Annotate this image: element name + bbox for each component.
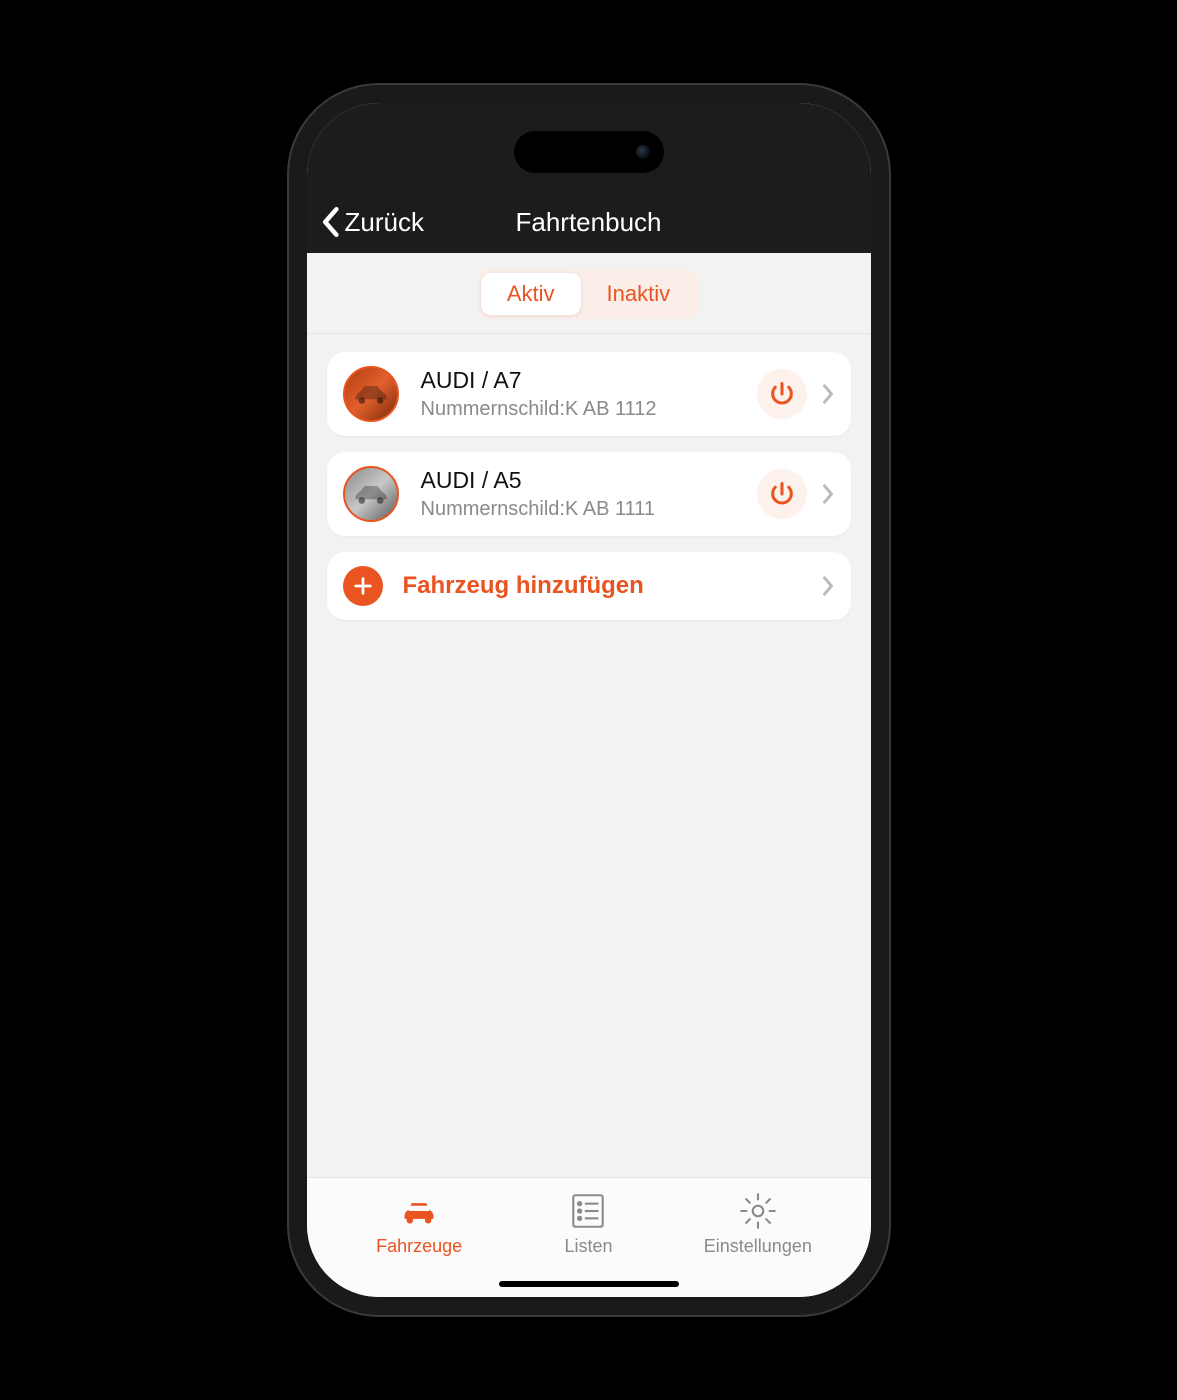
vehicle-subtitle: Nummernschild:K AB 1111 <box>421 498 757 521</box>
plus-icon <box>352 575 374 597</box>
tab-label: Fahrzeuge <box>376 1236 462 1257</box>
vehicle-text: AUDI / A5 Nummernschild:K AB 1111 <box>421 467 757 521</box>
power-toggle-button[interactable] <box>757 369 807 419</box>
tab-einstellungen[interactable]: Einstellungen <box>688 1190 828 1297</box>
vehicle-list: AUDI / A7 Nummernschild:K AB 1112 <box>307 334 871 1177</box>
chevron-right-icon <box>821 382 835 406</box>
vehicle-row[interactable]: AUDI / A7 Nummernschild:K AB 1112 <box>327 352 851 436</box>
car-icon <box>398 1190 440 1232</box>
tab-fahrzeuge[interactable]: Fahrzeuge <box>349 1190 489 1297</box>
front-camera <box>636 145 650 159</box>
power-icon <box>768 380 796 408</box>
disclosure-indicator <box>821 382 835 406</box>
add-vehicle-button[interactable]: Fahrzeug hinzufügen <box>327 552 851 620</box>
segment-inaktiv[interactable]: Inaktiv <box>581 273 697 315</box>
vehicle-row[interactable]: AUDI / A5 Nummernschild:K AB 1111 <box>327 452 851 536</box>
vehicle-subtitle: Nummernschild:K AB 1112 <box>421 398 757 421</box>
car-icon <box>350 373 392 415</box>
plate-value: K AB 1112 <box>565 398 657 420</box>
car-icon <box>350 473 392 515</box>
power-toggle-button[interactable] <box>757 469 807 519</box>
dynamic-island <box>514 131 664 173</box>
chevron-right-icon <box>821 574 835 598</box>
home-indicator[interactable] <box>499 1281 679 1287</box>
chevron-right-icon <box>821 482 835 506</box>
back-label: Zurück <box>345 207 424 238</box>
vehicle-avatar <box>343 366 399 422</box>
vehicle-title: AUDI / A5 <box>421 467 757 494</box>
plate-label: Nummernschild: <box>421 398 565 420</box>
vehicle-avatar <box>343 466 399 522</box>
gear-icon <box>737 1190 779 1232</box>
phone-screen: Zurück Fahrtenbuch Aktiv Inaktiv <box>307 103 871 1297</box>
phone-frame: Zurück Fahrtenbuch Aktiv Inaktiv <box>289 85 889 1315</box>
plus-icon-circle <box>343 566 383 606</box>
disclosure-indicator <box>821 574 835 598</box>
segment-aktiv[interactable]: Aktiv <box>481 273 581 315</box>
vehicle-title: AUDI / A7 <box>421 367 757 394</box>
power-icon <box>768 480 796 508</box>
plate-label: Nummernschild: <box>421 498 565 520</box>
tab-bar: Fahrzeuge Listen Eins <box>307 1177 871 1297</box>
back-button[interactable]: Zurück <box>307 206 424 238</box>
segmented-control: Aktiv Inaktiv <box>477 269 700 319</box>
vehicle-text: AUDI / A7 Nummernschild:K AB 1112 <box>421 367 757 421</box>
tab-label: Einstellungen <box>704 1236 812 1257</box>
plate-value: K AB 1111 <box>565 498 655 520</box>
list-icon <box>567 1190 609 1232</box>
navigation-bar: Zurück Fahrtenbuch <box>307 103 871 253</box>
add-vehicle-label: Fahrzeug hinzufügen <box>403 572 815 600</box>
chevron-left-icon <box>319 206 341 238</box>
tab-label: Listen <box>564 1236 612 1257</box>
segmented-control-wrap: Aktiv Inaktiv <box>307 253 871 334</box>
disclosure-indicator <box>821 482 835 506</box>
